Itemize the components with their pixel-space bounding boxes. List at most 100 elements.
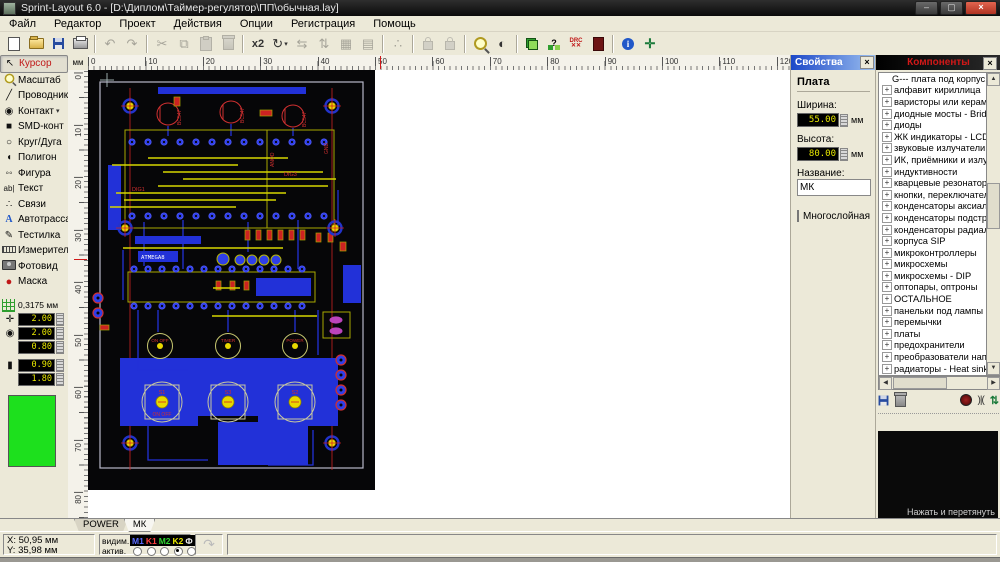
board-name-input[interactable] (797, 179, 871, 196)
layer-Ф[interactable]: Ф (185, 536, 192, 546)
contrast-button[interactable]: ◐ (491, 34, 513, 54)
board-height-spinner[interactable] (840, 148, 848, 161)
expand-icon[interactable]: + (882, 132, 892, 142)
mirror-horizontal-button[interactable]: ⇆ (291, 34, 313, 54)
print-button[interactable] (69, 34, 91, 54)
expand-icon[interactable]: + (882, 143, 892, 153)
active-layer-radio-M2[interactable] (160, 547, 169, 556)
expand-icon[interactable]: + (882, 317, 892, 327)
smd-width-value[interactable]: 0.90 (18, 359, 55, 372)
paste-button[interactable] (195, 34, 217, 54)
expand-icon[interactable]: + (882, 340, 892, 350)
tool-ratsnest[interactable]: ∴Связи (0, 197, 68, 213)
expand-icon[interactable]: + (882, 120, 892, 130)
origin-button[interactable]: ✛ (639, 34, 661, 54)
component-category[interactable]: +микросхемы - DIP (879, 270, 987, 282)
vscroll-thumb[interactable] (987, 183, 1000, 229)
pad-drill-value[interactable]: 0.80 (18, 341, 55, 354)
save-button[interactable] (47, 34, 69, 54)
smd-height-spinner[interactable] (56, 373, 64, 386)
layer-M2[interactable]: M2 (159, 536, 171, 546)
tool-circle-arc[interactable]: ○Круг/Дуга (0, 135, 68, 151)
expand-icon[interactable]: + (882, 109, 892, 119)
drc-button[interactable]: DRC✕✕ (565, 34, 587, 54)
footprint-button[interactable] (587, 34, 609, 54)
zoom-button[interactable] (469, 34, 491, 54)
expand-icon[interactable]: + (882, 225, 892, 235)
close-button[interactable]: × (965, 1, 997, 15)
component-category[interactable]: +предохранители (879, 340, 987, 352)
expand-icon[interactable]: + (882, 85, 892, 95)
scroll-down-icon[interactable]: ▼ (987, 362, 1000, 375)
grid-icon[interactable] (2, 299, 15, 312)
menu-item-Файл[interactable]: Файл (0, 18, 45, 30)
component-category[interactable]: +микросхемы (879, 259, 987, 271)
component-category[interactable]: +кварцевые резонаторы (879, 177, 987, 189)
expand-icon[interactable]: + (882, 259, 892, 269)
board-width-value[interactable]: 55.00 (797, 113, 839, 127)
layer-K1[interactable]: K1 (146, 536, 157, 546)
align-button[interactable]: ▦ (335, 34, 357, 54)
expand-icon[interactable]: + (882, 190, 892, 200)
tool-smd-pad[interactable]: ■SMD-конт (0, 119, 68, 135)
component-category[interactable]: +диодные мосты - Bridge re (879, 108, 987, 120)
hscroll-thumb[interactable] (893, 377, 947, 389)
component-category[interactable]: +микроконтроллеры (879, 247, 987, 259)
expand-icon[interactable]: + (882, 167, 892, 177)
components-hscrollbar[interactable]: ◀ ▶ (878, 376, 1000, 390)
connections-button[interactable]: ∴ (387, 34, 409, 54)
track-width-value[interactable]: 2.00 (18, 313, 55, 326)
menu-item-Опции[interactable]: Опции (231, 18, 282, 30)
tool-polygon[interactable]: ◖Полигон (0, 150, 68, 166)
scroll-up-icon[interactable]: ▲ (987, 73, 1000, 86)
tool-probe[interactable]: ✎Тестилка (0, 228, 68, 244)
tool-shape[interactable]: ◦◦Фигура (0, 166, 68, 182)
rotate-button[interactable]: ↻▾ (269, 34, 291, 54)
expand-icon[interactable]: + (882, 294, 892, 304)
component-category[interactable]: +алфавит кириллица (879, 85, 987, 97)
component-category[interactable]: +кнопки, переключатели - S (879, 189, 987, 201)
pad-drill-spinner[interactable] (56, 341, 64, 354)
expand-icon[interactable]: + (882, 329, 892, 339)
component-category[interactable]: +корпуса SIP (879, 235, 987, 247)
component-category[interactable]: +варисторы или керамичес (879, 96, 987, 108)
minimize-button[interactable]: – (915, 1, 938, 15)
pcb-board-svg[interactable]: BC547 BC547 BC547 DIG3 DIG1 ANOD GND (88, 70, 375, 490)
menu-item-Регистрация[interactable]: Регистрация (282, 18, 364, 30)
info-button[interactable]: i (617, 34, 639, 54)
layer-M1[interactable]: M1 (132, 536, 144, 546)
expand-icon[interactable]: + (882, 236, 892, 246)
expand-icon[interactable]: + (882, 282, 892, 292)
component-category[interactable]: +платы (879, 328, 987, 340)
pcb-canvas[interactable]: BC547 BC547 BC547 DIG3 DIG1 ANOD GND (88, 70, 790, 518)
component-category[interactable]: +ОСТАЛЬНОЕ (879, 293, 987, 305)
expand-icon[interactable]: + (882, 178, 892, 188)
new-button[interactable] (3, 34, 25, 54)
redo-button[interactable]: ↷ (121, 34, 143, 54)
tool-mask[interactable]: ●Маска (0, 274, 68, 290)
menu-item-Помощь[interactable]: Помощь (364, 18, 425, 30)
array-button[interactable]: ▤ (357, 34, 379, 54)
copy-button[interactable]: ⧉ (173, 34, 195, 54)
component-category[interactable]: +звуковые излучатели (879, 143, 987, 155)
pad-outer-value[interactable]: 2.00 (18, 327, 55, 340)
component-category[interactable]: G--- плата под корпус.LMK (879, 73, 987, 85)
tool-track[interactable]: ╱Проводник (0, 88, 68, 104)
cut-button[interactable]: ✂ (151, 34, 173, 54)
rotate-dropdown-icon[interactable]: ▾ (284, 40, 288, 48)
duplicate-x2-button[interactable]: x2 (247, 34, 269, 54)
tool-pad[interactable]: ◉Контакт▾ (0, 104, 68, 120)
lock-button[interactable] (417, 34, 439, 54)
board-height-value[interactable]: 80.00 (797, 147, 839, 161)
tool-zoom[interactable]: Масштаб (0, 73, 68, 89)
active-layer-radio-K2[interactable] (174, 547, 183, 556)
tool-photoview[interactable]: Фотовид (0, 259, 68, 275)
layers-button[interactable] (521, 34, 543, 54)
component-category[interactable]: +конденсаторы аксиальны (879, 201, 987, 213)
component-category[interactable]: +диоды (879, 119, 987, 131)
components-close-icon[interactable]: × (983, 57, 997, 70)
active-layer-radio-Ф[interactable] (187, 547, 196, 556)
components-vscrollbar[interactable]: ▲ ▼ (986, 72, 1000, 376)
pick-icon[interactable]: )|( (978, 395, 984, 406)
tool-measure[interactable]: Измеритель (0, 243, 68, 259)
